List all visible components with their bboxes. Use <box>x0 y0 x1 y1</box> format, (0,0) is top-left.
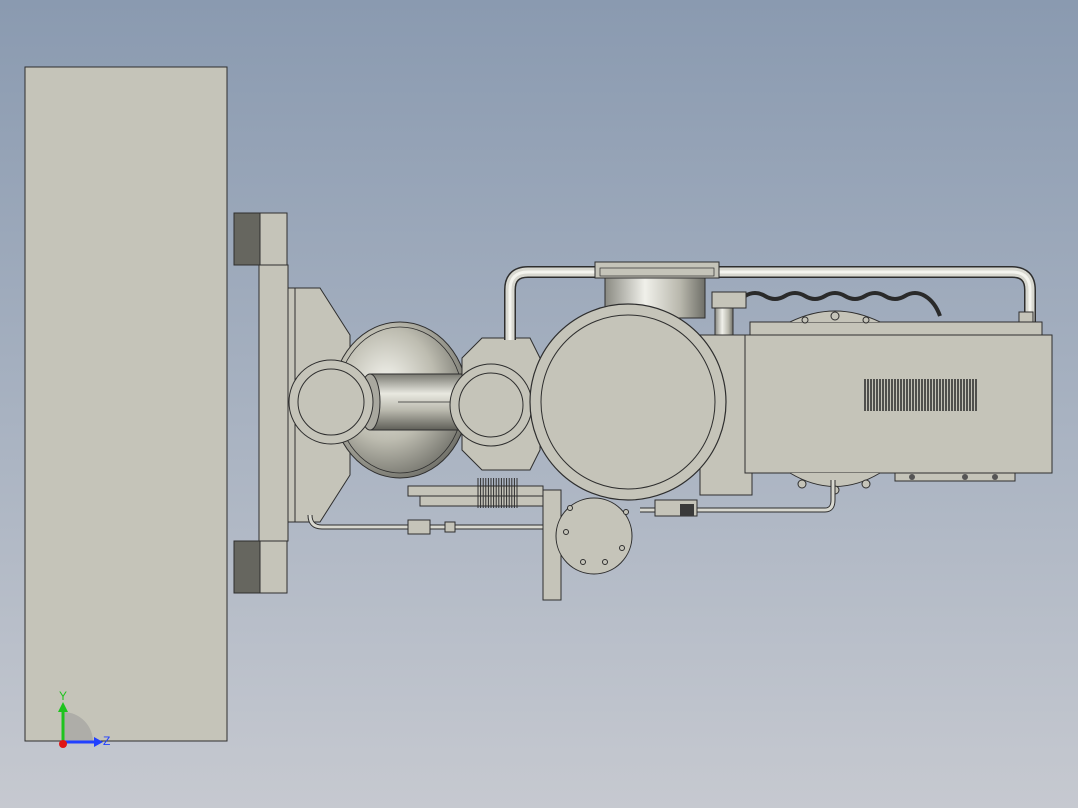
triad-origin <box>59 740 67 748</box>
left-flange-ring[interactable] <box>288 359 374 445</box>
fin-assembly[interactable] <box>407 478 546 508</box>
triad-y-label: Y <box>59 689 67 703</box>
motor-bottom-flange[interactable] <box>789 472 1016 495</box>
nozzle-fitting[interactable] <box>711 291 747 337</box>
cad-graphics-viewport[interactable]: Y Z <box>0 0 1078 808</box>
triad-z-label: Z <box>103 734 110 748</box>
right-flange-ring[interactable] <box>449 337 541 471</box>
support-post[interactable] <box>542 489 633 601</box>
base-plate[interactable] <box>24 66 228 742</box>
